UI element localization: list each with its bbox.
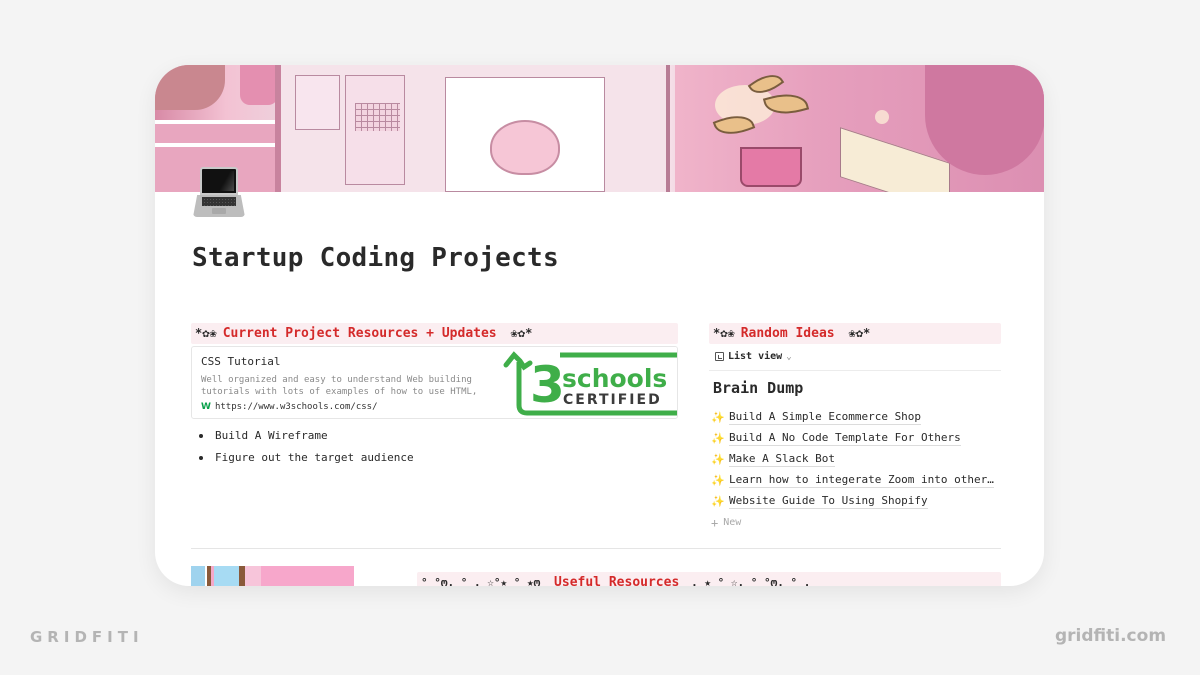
sparkles-icon: ✨ — [711, 432, 725, 445]
list-item-text: Learn how to integerate Zoom into other… — [729, 473, 994, 488]
list-view-dropdown[interactable]: List view ⌄ — [715, 351, 792, 362]
callout-label: Current Project Resources + Updates — [222, 326, 497, 341]
bookmark-text: CSS Tutorial Well organized and easy to … — [201, 355, 501, 412]
bullet-list: Build A Wireframe Figure out the target … — [199, 425, 414, 469]
bookmark-url[interactable]: W https://www.w3schools.com/css/ — [201, 402, 501, 412]
current-resources-heading[interactable]: *✿❀ Current Project Resources + Updates ❀✿… — [191, 323, 678, 344]
star-deco-icon: ° °ო. ° . ☆°★ ° ★ო — [421, 576, 541, 586]
random-ideas-heading[interactable]: *✿❀ Random Ideas ❀✿* — [709, 323, 1001, 344]
cover-flower-pot — [155, 65, 225, 110]
w3schools-favicon-icon: W — [201, 402, 211, 412]
cover-lamp — [925, 65, 1044, 175]
bullet-item[interactable]: Build A Wireframe — [199, 425, 414, 447]
w3schools-certified-logo: 3 schools CERTIFIED — [502, 347, 677, 418]
useful-resources-heading[interactable]: ° °ო. ° . ☆°★ ° ★ო Useful Resources . ★ … — [417, 572, 1001, 586]
section-divider — [191, 548, 1001, 549]
cover-peony — [490, 120, 560, 175]
bookmark-description: tutorials with lots of examples of how t… — [201, 387, 478, 397]
sparkles-icon: ✨ — [711, 411, 725, 424]
bullet-dot-icon — [199, 456, 203, 460]
cover-plant-pot — [740, 147, 802, 187]
bookmark-url-text: https://www.w3schools.com/css/ — [214, 402, 378, 412]
new-label: New — [723, 517, 742, 528]
cover-panel — [295, 75, 340, 130]
sparkles-icon: ✨ — [711, 495, 725, 508]
bullet-text: Figure out the target audience — [215, 451, 414, 464]
list-item[interactable]: ✨ Make A Slack Bot — [711, 449, 994, 470]
notion-page-card: Startup Coding Projects *✿❀ Current Proje… — [155, 65, 1044, 586]
list-view-icon — [715, 352, 724, 361]
cover-vase — [240, 65, 278, 105]
sparkles-icon: ✨ — [711, 474, 725, 487]
flower-deco-icon: *✿❀ — [713, 326, 735, 340]
callout-label: Useful Resources — [554, 575, 680, 586]
new-item-button[interactable]: + New — [711, 512, 994, 533]
gridfiti-url: gridfiti.com — [1055, 626, 1167, 646]
laptop-icon[interactable] — [193, 167, 245, 219]
bookmark-title: CSS Tutorial — [201, 355, 281, 368]
bookmark-css-tutorial[interactable]: CSS Tutorial Well organized and easy to … — [191, 346, 678, 419]
laptop-keyboard — [202, 197, 236, 206]
gridfiti-wordmark: GRIDFITI — [30, 628, 144, 646]
bookmark-description: Well organized and easy to understand We… — [201, 375, 472, 385]
gallery-thumbnail[interactable] — [191, 566, 354, 586]
list-view-label: List view — [728, 351, 783, 362]
list-item-text: Build A Simple Ecommerce Shop — [729, 410, 922, 425]
view-divider — [709, 370, 1001, 371]
list-item[interactable]: ✨ Build A Simple Ecommerce Shop — [711, 407, 994, 428]
list-item-text: Make A Slack Bot — [729, 452, 835, 467]
star-deco-icon: . ★ ° ☆. ° °ო. ° . — [691, 576, 811, 586]
list-item-text: Website Guide To Using Shopify — [729, 494, 928, 509]
bullet-text: Build A Wireframe — [215, 429, 328, 442]
laptop-screen — [200, 167, 238, 195]
w3schools-logo-svg: 3 schools CERTIFIED — [503, 351, 677, 416]
cover-palette-grid — [355, 103, 400, 131]
list-item[interactable]: ✨ Learn how to integerate Zoom into other… — [711, 470, 994, 491]
cover-light-glow — [875, 110, 889, 124]
callout-label: Random Ideas — [740, 326, 835, 341]
page-title[interactable]: Startup Coding Projects — [192, 243, 559, 273]
chevron-down-icon: ⌄ — [786, 351, 792, 362]
ideas-list: ✨ Build A Simple Ecommerce Shop ✨ Build A … — [711, 407, 994, 533]
cover-drawer-line — [155, 143, 275, 147]
logo-certified: CERTIFIED — [563, 392, 662, 408]
bullet-dot-icon — [199, 434, 203, 438]
cover-image[interactable] — [155, 65, 1044, 192]
logo-three: 3 — [530, 356, 565, 414]
flower-deco-icon: ❀✿* — [510, 326, 533, 340]
sparkles-icon: ✨ — [711, 453, 725, 466]
list-item-text: Build A No Code Template For Others — [729, 431, 961, 446]
plus-icon: + — [711, 515, 719, 530]
flower-deco-icon: *✿❀ — [195, 326, 217, 340]
database-title[interactable]: Brain Dump — [713, 379, 803, 397]
bullet-item[interactable]: Figure out the target audience — [199, 447, 414, 469]
list-item[interactable]: ✨ Website Guide To Using Shopify — [711, 491, 994, 512]
laptop-trackpad — [212, 208, 226, 214]
logo-schools: schools — [562, 364, 667, 393]
flower-deco-icon: ❀✿* — [848, 326, 871, 340]
list-item[interactable]: ✨ Build A No Code Template For Others — [711, 428, 994, 449]
